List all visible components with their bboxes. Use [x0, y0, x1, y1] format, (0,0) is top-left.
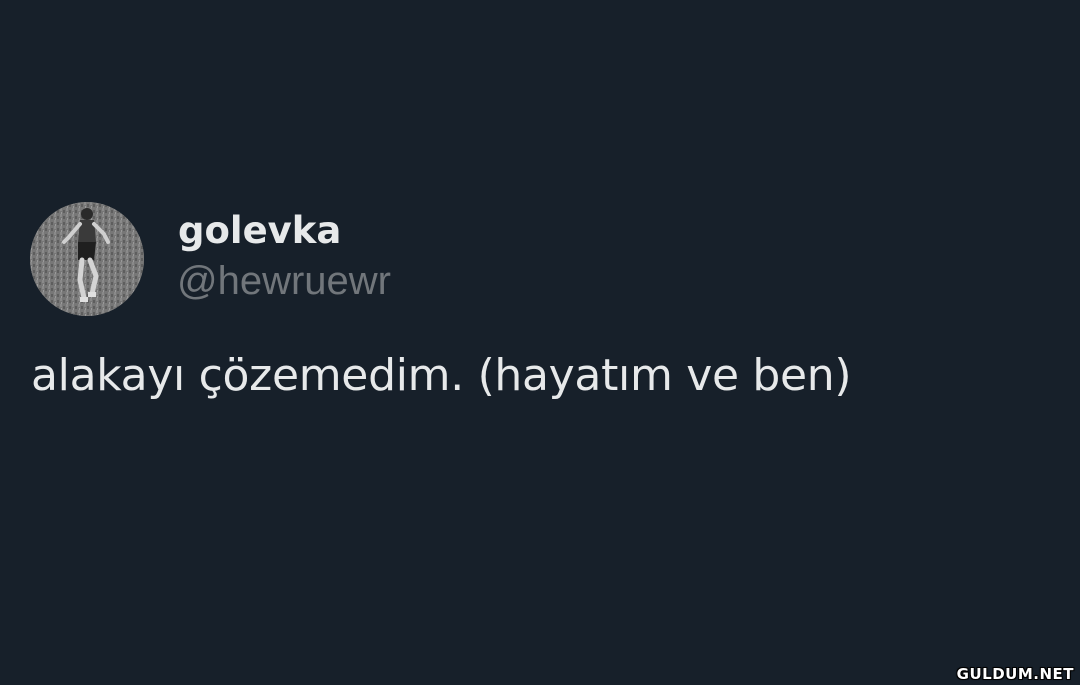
tweet-text: alakayı çözemedim. (hayatım ve ben)	[31, 350, 852, 401]
tweet-card: golevka @hewruewr alakayı çözemedim. (ha…	[0, 0, 1080, 685]
user-handle[interactable]: @hewruewr	[177, 258, 391, 304]
runner-photo-avatar-icon	[30, 202, 144, 316]
avatar[interactable]	[30, 202, 144, 316]
watermark: GULDUM.NET	[956, 665, 1074, 683]
display-name[interactable]: golevka	[178, 208, 341, 254]
